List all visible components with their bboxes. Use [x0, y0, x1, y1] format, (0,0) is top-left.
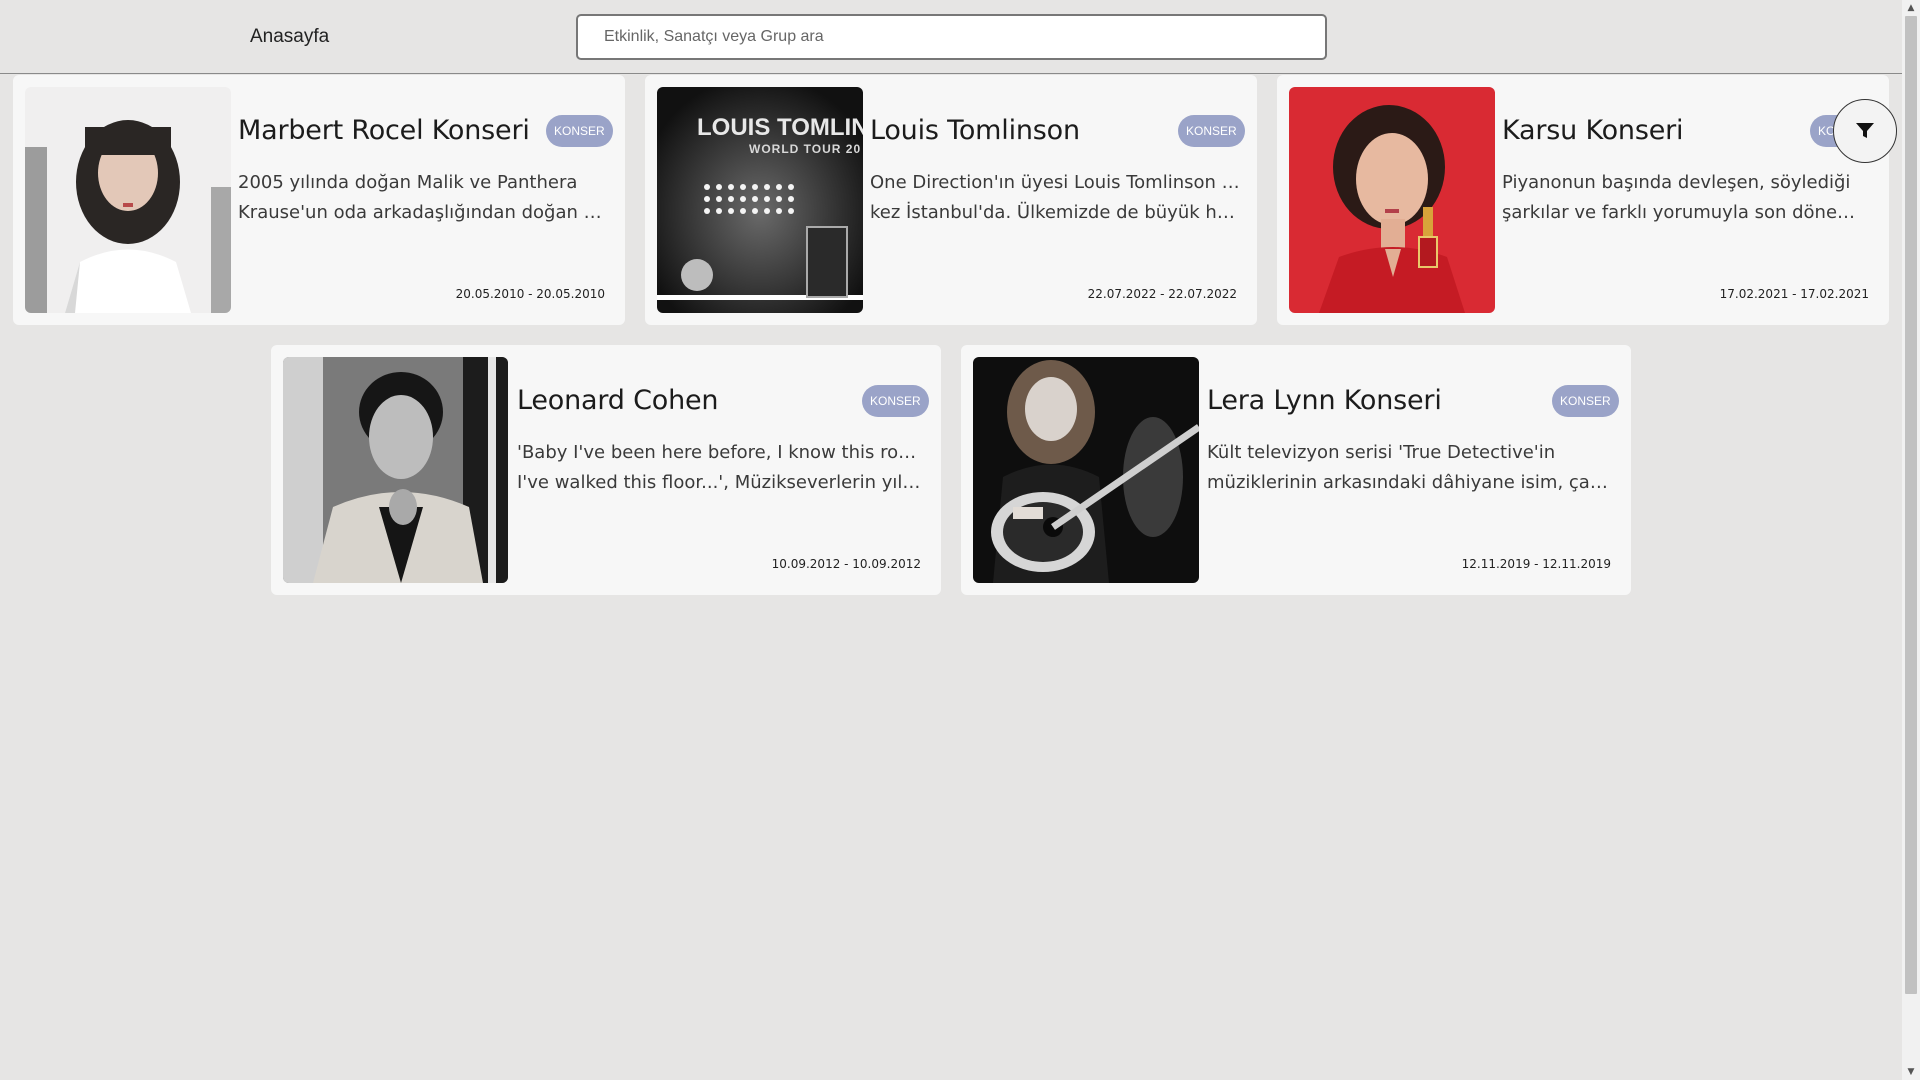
- description-line: kez İstanbul'da. Ülkemizde de büyük hayr…: [870, 202, 1240, 223]
- category-badge: KONSER: [1552, 385, 1619, 417]
- description-line: şarkılar ve farklı yorumuyla son dönemin…: [1502, 202, 1872, 223]
- filter-button[interactable]: [1833, 99, 1897, 163]
- event-title[interactable]: Karsu Konseri: [1502, 115, 1684, 146]
- description-line: Krause'un oda arkadaşlığından doğan ve..…: [238, 202, 608, 223]
- scroll-down-arrow-icon[interactable]: ▼: [1902, 1064, 1920, 1080]
- event-card[interactable]: Lera Lynn Konseri KONSER Kült televizyon…: [961, 345, 1631, 595]
- event-dates: 22.07.2022 - 22.07.2022: [1087, 287, 1237, 301]
- category-badge: KONSER: [862, 385, 929, 417]
- vertical-scrollbar[interactable]: ▲ ▼: [1902, 0, 1920, 1080]
- top-navbar: Anasayfa: [0, 0, 1902, 74]
- event-image: [25, 87, 231, 313]
- description-line: Kült televizyon serisi 'True Detective'i…: [1207, 442, 1556, 463]
- image-text: LOUIS TOMLIN: [697, 114, 863, 141]
- description-line: I've walked this floor...', Müzikseverle…: [517, 472, 923, 493]
- event-description: Piyanonun başında devleşen, söylediği şa…: [1502, 168, 1872, 228]
- event-card[interactable]: Marbert Rocel Konseri KONSER 2005 yılınd…: [13, 75, 625, 325]
- filter-funnel-icon: [1856, 123, 1874, 138]
- event-image: [1289, 87, 1495, 313]
- description-line: müziklerinin arkasındaki dâhiyane isim, …: [1207, 472, 1613, 493]
- event-title[interactable]: Marbert Rocel Konseri: [238, 115, 530, 146]
- category-badge: KONSER: [1178, 115, 1245, 147]
- event-image: [973, 357, 1199, 583]
- event-title[interactable]: Louis Tomlinson: [870, 115, 1080, 146]
- image-text: WORLD TOUR 20: [749, 142, 861, 156]
- event-card[interactable]: Karsu Konseri KONSER Piyanonun başında d…: [1277, 75, 1889, 325]
- description-line: One Direction'ın üyesi Louis Tomlinson i…: [870, 172, 1240, 193]
- description-line: Piyanonun başında devleşen, söylediği: [1502, 172, 1851, 193]
- event-dates: 10.09.2012 - 10.09.2012: [771, 557, 921, 571]
- event-title[interactable]: Leonard Cohen: [517, 385, 719, 416]
- event-dates: 12.11.2019 - 12.11.2019: [1461, 557, 1611, 571]
- description-line: 2005 yılında doğan Malik ve Panthera: [238, 172, 578, 193]
- event-title[interactable]: Lera Lynn Konseri: [1207, 385, 1442, 416]
- event-dates: 17.02.2021 - 17.02.2021: [1719, 287, 1869, 301]
- scrollbar-thumb[interactable]: [1905, 16, 1917, 994]
- event-description: 'Baby I've been here before, I know this…: [517, 438, 923, 498]
- event-card[interactable]: LOUIS TOMLIN WORLD TOUR 20 Louis Tomlins…: [645, 75, 1257, 325]
- description-line: 'Baby I've been here before, I know this…: [517, 442, 923, 463]
- event-description: Kült televizyon serisi 'True Detective'i…: [1207, 438, 1613, 498]
- home-link[interactable]: Anasayfa: [250, 26, 329, 48]
- scroll-up-arrow-icon[interactable]: ▲: [1902, 0, 1920, 16]
- event-description: One Direction'ın üyesi Louis Tomlinson i…: [870, 168, 1240, 228]
- search-input[interactable]: [576, 14, 1327, 60]
- event-image: LOUIS TOMLIN WORLD TOUR 20: [657, 87, 863, 313]
- event-image: [283, 357, 508, 583]
- event-dates: 20.05.2010 - 20.05.2010: [455, 287, 605, 301]
- category-badge: KONSER: [546, 115, 613, 147]
- event-description: 2005 yılında doğan Malik ve Panthera Kra…: [238, 168, 608, 228]
- event-card[interactable]: Leonard Cohen KONSER 'Baby I've been her…: [271, 345, 941, 595]
